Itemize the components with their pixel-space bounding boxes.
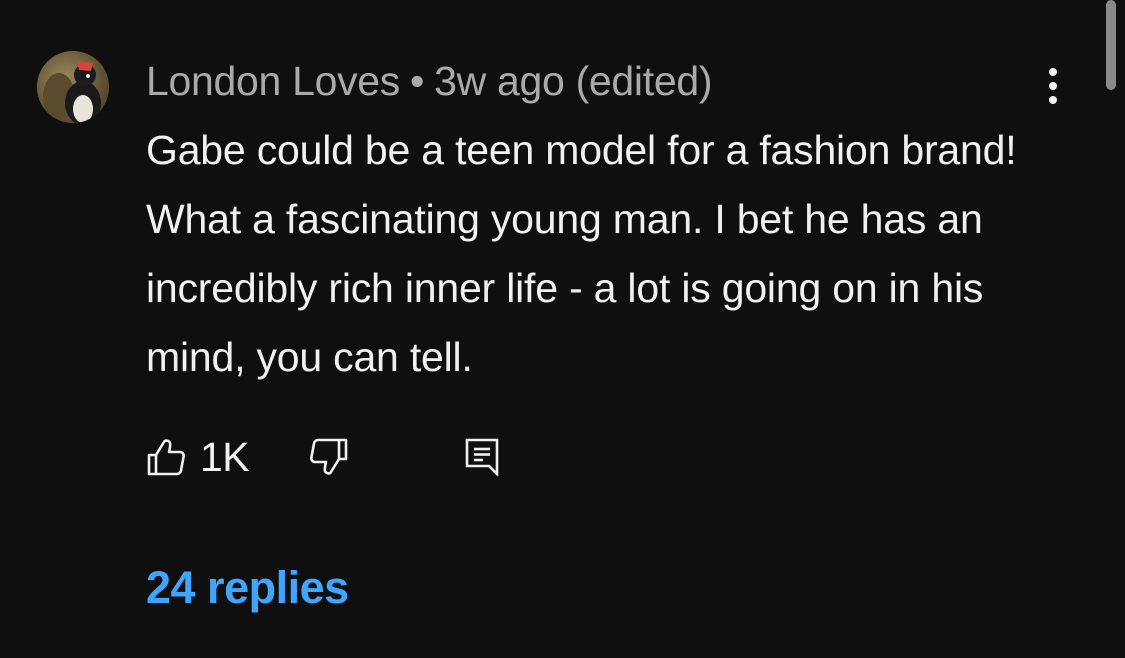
- comment-reply-icon: [465, 438, 499, 476]
- avatar-image: [37, 51, 109, 123]
- thumbs-up-icon: [147, 439, 185, 476]
- dislike-button[interactable]: [309, 438, 349, 476]
- scrollbar[interactable]: [1106, 0, 1116, 90]
- like-count: 1K: [200, 433, 250, 480]
- avatar[interactable]: [37, 51, 109, 123]
- comment-header: London Loves • 3w ago (edited): [146, 56, 713, 106]
- more-vertical-icon: [1049, 68, 1057, 104]
- more-options-button[interactable]: [1032, 64, 1074, 108]
- reply-button[interactable]: [465, 438, 499, 476]
- comment-thread: London Loves • 3w ago (edited) Gabe could …: [0, 0, 1125, 658]
- thumbs-down-icon: [310, 438, 348, 475]
- comment-timestamp[interactable]: 3w ago (edited): [434, 58, 712, 104]
- comment-actions: 1K: [146, 432, 499, 482]
- meta-separator: •: [410, 58, 425, 104]
- view-replies-link[interactable]: 24 replies: [146, 562, 349, 614]
- like-button[interactable]: 1K: [146, 433, 250, 481]
- author-name[interactable]: London Loves: [146, 58, 400, 104]
- comment-text: Gabe could be a teen model for a fashion…: [146, 127, 1017, 380]
